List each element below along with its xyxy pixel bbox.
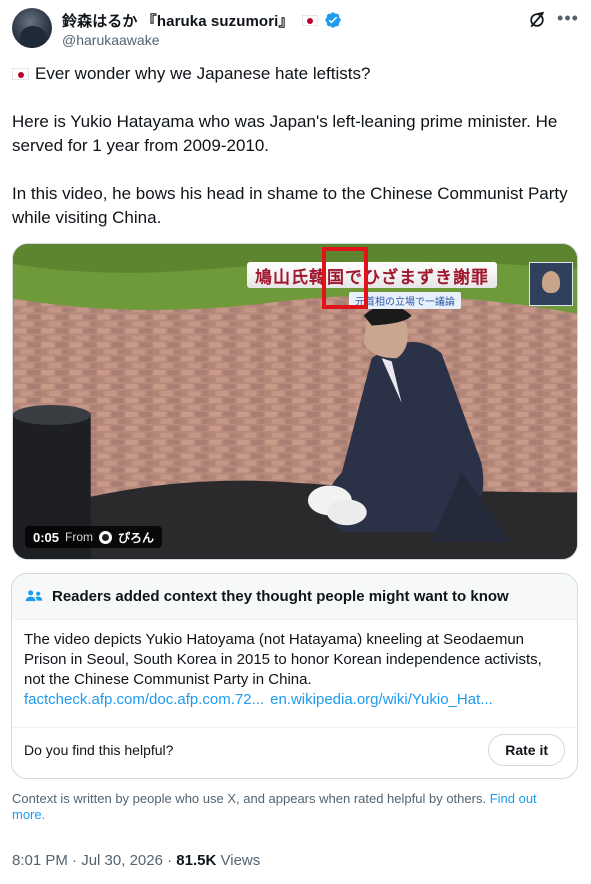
meta-separator-2: · [167, 852, 173, 869]
video-caption-inset-portrait [529, 262, 573, 306]
community-note-links: factcheck.afp.com/doc.afp.com.72... en.w… [24, 690, 565, 710]
views-count: 81.5K [176, 852, 217, 869]
japan-flag-icon [12, 68, 29, 80]
context-footer: Context is written by people who use X, … [12, 791, 572, 823]
grok-icon[interactable] [527, 10, 547, 30]
helpful-question: Do you find this helpful? [24, 742, 174, 758]
community-note-body: The video depicts Yukio Hatoyama (not Ha… [12, 620, 577, 710]
community-note-header: Readers added context they thought peopl… [12, 574, 577, 620]
video-channel-name[interactable]: ぴろん [118, 529, 154, 546]
tweet-paragraph-3: In this video, he bows his head in shame… [12, 184, 568, 227]
meta-separator: · [72, 852, 78, 869]
verified-badge-icon[interactable] [324, 11, 342, 29]
video-player[interactable]: 鳩山氏韓国でひざまずき謝罪 元首相の立場で一議論 0:05 From ぴろん [12, 243, 578, 560]
video-timestamp-chip: 0:05 From ぴろん [25, 526, 163, 548]
tweet-time[interactable]: 8:01 PM [12, 852, 68, 869]
community-note: Readers added context they thought peopl… [11, 573, 578, 779]
community-note-divider [12, 727, 577, 728]
views-label: Views [220, 852, 261, 869]
highlight-box [322, 247, 368, 309]
context-footer-text: Context is written by people who use X, … [12, 791, 487, 806]
people-icon [25, 589, 43, 601]
note-link-wikipedia[interactable]: en.wikipedia.org/wiki/Yukio_Hat... [270, 690, 493, 710]
more-options-icon[interactable]: ••• [557, 9, 579, 31]
community-note-text: The video depicts Yukio Hatoyama (not Ha… [24, 631, 542, 688]
note-link-afp[interactable]: factcheck.afp.com/doc.afp.com.72... [24, 690, 264, 710]
video-timestamp: 0:05 [33, 529, 60, 545]
tweet-header: 鈴森はるか 『haruka suzumori』 @harukaawake ••• [12, 8, 579, 52]
community-note-title: Readers added context they thought peopl… [52, 588, 509, 605]
tweet-date[interactable]: Jul 30, 2026 [81, 852, 163, 869]
tweet-paragraph-2: Here is Yukio Hatayama who was Japan's l… [12, 112, 558, 155]
tweet-paragraph-1-text: Ever wonder why we Japanese hate leftist… [35, 64, 371, 83]
video-caption-main: 鳩山氏韓国でひざまずき謝罪 [247, 262, 497, 288]
author-display-name[interactable]: 鈴森はるか 『haruka suzumori』 [62, 10, 294, 31]
video-from-label: From [65, 530, 94, 544]
tweet-meta: 8:01 PM · Jul 30, 2026 · 81.5K Views [12, 852, 260, 869]
tweet-paragraph-1: Ever wonder why we Japanese hate leftist… [12, 62, 579, 86]
japan-flag-icon [301, 14, 318, 26]
video-caption-banner: 鳩山氏韓国でひざまずき謝罪 元首相の立場で一議論 [247, 262, 573, 309]
tweet-text: Ever wonder why we Japanese hate leftist… [12, 62, 579, 230]
avatar[interactable] [12, 8, 52, 48]
channel-avatar-icon [99, 530, 113, 544]
rate-it-button[interactable]: Rate it [488, 734, 565, 766]
author-handle[interactable]: @harukaawake [62, 32, 160, 48]
author-name-line: 鈴森はるか 『haruka suzumori』 [62, 10, 342, 30]
